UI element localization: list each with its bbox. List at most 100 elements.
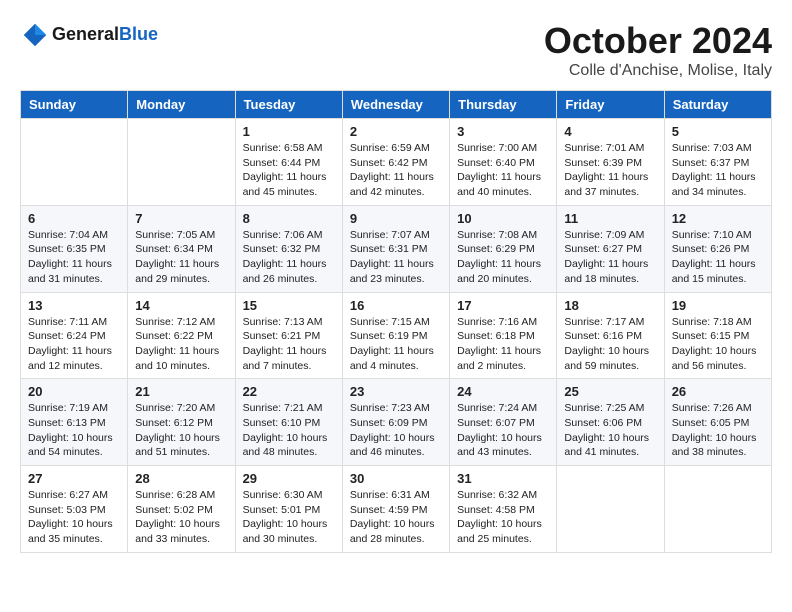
- day-number: 1: [243, 124, 335, 139]
- calendar-cell: 7Sunrise: 7:05 AMSunset: 6:34 PMDaylight…: [128, 205, 235, 292]
- day-detail: Sunrise: 7:11 AMSunset: 6:24 PMDaylight:…: [28, 315, 120, 374]
- day-detail: Sunrise: 7:15 AMSunset: 6:19 PMDaylight:…: [350, 315, 442, 374]
- day-number: 19: [672, 298, 764, 313]
- calendar-cell: 20 Sunrise: 7:19 AMSunset: 6:13 PMDayligh…: [21, 379, 128, 466]
- calendar-cell: [128, 119, 235, 206]
- day-number: 11: [564, 211, 656, 226]
- day-number: 20: [28, 384, 120, 399]
- day-detail: Sunrise: 7:13 AMSunset: 6:21 PMDaylight:…: [243, 315, 335, 374]
- day-number: 21: [135, 384, 227, 399]
- calendar-cell: 14 Sunrise: 7:12 AMSunset: 6:22 PMDayligh…: [128, 292, 235, 379]
- calendar-cell: 27 Sunrise: 6:27 AMSunset: 5:03 PMDayligh…: [21, 466, 128, 553]
- day-detail: Sunrise: 6:28 AMSunset: 5:02 PMDaylight:…: [135, 488, 227, 547]
- day-number: 18: [564, 298, 656, 313]
- day-number: 31: [457, 471, 549, 486]
- calendar-week-row: 13 Sunrise: 7:11 AMSunset: 6:24 PMDayligh…: [21, 292, 772, 379]
- logo: GeneralBlue: [20, 20, 158, 50]
- calendar-week-row: 6 Sunrise: 7:04 AMSunset: 6:35 PMDaylight…: [21, 205, 772, 292]
- day-detail: Sunrise: 6:27 AMSunset: 5:03 PMDaylight:…: [28, 488, 120, 547]
- day-detail: Sunrise: 7:26 AMSunset: 6:05 PMDaylight:…: [672, 401, 764, 460]
- day-detail: Sunrise: 7:18 AMSunset: 6:15 PMDaylight:…: [672, 315, 764, 374]
- calendar-cell: 26Sunrise: 7:26 AMSunset: 6:05 PMDayligh…: [664, 379, 771, 466]
- day-number: 29: [243, 471, 335, 486]
- calendar-cell: 16 Sunrise: 7:15 AMSunset: 6:19 PMDayligh…: [342, 292, 449, 379]
- day-number: 3: [457, 124, 549, 139]
- day-detail: Sunrise: 6:31 AMSunset: 4:59 PMDaylight:…: [350, 488, 442, 547]
- logo-line2: Blue: [119, 24, 158, 44]
- day-detail: Sunrise: 7:16 AMSunset: 6:18 PMDaylight:…: [457, 315, 549, 374]
- calendar-header-row: SundayMondayTuesdayWednesdayThursdayFrid…: [21, 91, 772, 119]
- calendar-week-row: 27 Sunrise: 6:27 AMSunset: 5:03 PMDayligh…: [21, 466, 772, 553]
- day-header: Friday: [557, 91, 664, 119]
- calendar-body: 1Sunrise: 6:58 AMSunset: 6:44 PMDaylight…: [21, 119, 772, 553]
- calendar-cell: 19 Sunrise: 7:18 AMSunset: 6:15 PMDayligh…: [664, 292, 771, 379]
- day-detail: Sunrise: 6:59 AMSunset: 6:42 PMDaylight:…: [350, 141, 442, 200]
- day-number: 4: [564, 124, 656, 139]
- calendar-cell: 8 Sunrise: 7:06 AMSunset: 6:32 PMDaylight…: [235, 205, 342, 292]
- day-number: 27: [28, 471, 120, 486]
- calendar-cell: 29Sunrise: 6:30 AMSunset: 5:01 PMDayligh…: [235, 466, 342, 553]
- calendar-cell: 30 Sunrise: 6:31 AMSunset: 4:59 PMDayligh…: [342, 466, 449, 553]
- day-detail: Sunrise: 7:04 AMSunset: 6:35 PMDaylight:…: [28, 228, 120, 287]
- calendar-cell: 9Sunrise: 7:07 AMSunset: 6:31 PMDaylight…: [342, 205, 449, 292]
- day-number: 17: [457, 298, 549, 313]
- day-number: 12: [672, 211, 764, 226]
- calendar-cell: 17 Sunrise: 7:16 AMSunset: 6:18 PMDayligh…: [450, 292, 557, 379]
- day-detail: Sunrise: 7:23 AMSunset: 6:09 PMDaylight:…: [350, 401, 442, 460]
- day-number: 14: [135, 298, 227, 313]
- day-number: 2: [350, 124, 442, 139]
- day-number: 16: [350, 298, 442, 313]
- calendar-cell: 11 Sunrise: 7:09 AMSunset: 6:27 PMDayligh…: [557, 205, 664, 292]
- day-number: 10: [457, 211, 549, 226]
- calendar-cell: 23Sunrise: 7:23 AMSunset: 6:09 PMDayligh…: [342, 379, 449, 466]
- day-number: 22: [243, 384, 335, 399]
- day-number: 6: [28, 211, 120, 226]
- calendar-cell: [21, 119, 128, 206]
- day-number: 30: [350, 471, 442, 486]
- calendar-cell: 5 Sunrise: 7:03 AMSunset: 6:37 PMDaylight…: [664, 119, 771, 206]
- day-header: Thursday: [450, 91, 557, 119]
- day-detail: Sunrise: 7:00 AMSunset: 6:40 PMDaylight:…: [457, 141, 549, 200]
- page-header: GeneralBlue October 2024 Colle d'Anchise…: [20, 20, 772, 80]
- calendar-cell: 12 Sunrise: 7:10 AMSunset: 6:26 PMDayligh…: [664, 205, 771, 292]
- calendar-cell: 18 Sunrise: 7:17 AMSunset: 6:16 PMDayligh…: [557, 292, 664, 379]
- day-detail: Sunrise: 7:01 AMSunset: 6:39 PMDaylight:…: [564, 141, 656, 200]
- calendar-cell: 24Sunrise: 7:24 AMSunset: 6:07 PMDayligh…: [450, 379, 557, 466]
- day-header: Monday: [128, 91, 235, 119]
- day-detail: Sunrise: 7:08 AMSunset: 6:29 PMDaylight:…: [457, 228, 549, 287]
- day-header: Sunday: [21, 91, 128, 119]
- calendar-table: SundayMondayTuesdayWednesdayThursdayFrid…: [20, 90, 772, 553]
- location-subtitle: Colle d'Anchise, Molise, Italy: [544, 62, 772, 80]
- day-detail: Sunrise: 7:21 AMSunset: 6:10 PMDaylight:…: [243, 401, 335, 460]
- day-number: 28: [135, 471, 227, 486]
- day-detail: Sunrise: 7:03 AMSunset: 6:37 PMDaylight:…: [672, 141, 764, 200]
- day-number: 9: [350, 211, 442, 226]
- day-number: 25: [564, 384, 656, 399]
- calendar-week-row: 1Sunrise: 6:58 AMSunset: 6:44 PMDaylight…: [21, 119, 772, 206]
- calendar-cell: 1Sunrise: 6:58 AMSunset: 6:44 PMDaylight…: [235, 119, 342, 206]
- day-detail: Sunrise: 7:19 AMSunset: 6:13 PMDaylight:…: [28, 401, 120, 460]
- day-detail: Sunrise: 7:10 AMSunset: 6:26 PMDaylight:…: [672, 228, 764, 287]
- day-number: 5: [672, 124, 764, 139]
- calendar-cell: 21Sunrise: 7:20 AMSunset: 6:12 PMDayligh…: [128, 379, 235, 466]
- logo-icon: [20, 20, 50, 50]
- calendar-cell: 2 Sunrise: 6:59 AMSunset: 6:42 PMDaylight…: [342, 119, 449, 206]
- calendar-cell: 4 Sunrise: 7:01 AMSunset: 6:39 PMDaylight…: [557, 119, 664, 206]
- day-detail: Sunrise: 7:12 AMSunset: 6:22 PMDaylight:…: [135, 315, 227, 374]
- calendar-cell: 28 Sunrise: 6:28 AMSunset: 5:02 PMDayligh…: [128, 466, 235, 553]
- calendar-cell: 10 Sunrise: 7:08 AMSunset: 6:29 PMDayligh…: [450, 205, 557, 292]
- day-number: 7: [135, 211, 227, 226]
- calendar-cell: 22 Sunrise: 7:21 AMSunset: 6:10 PMDayligh…: [235, 379, 342, 466]
- calendar-cell: 31Sunrise: 6:32 AMSunset: 4:58 PMDayligh…: [450, 466, 557, 553]
- day-number: 13: [28, 298, 120, 313]
- day-header: Saturday: [664, 91, 771, 119]
- logo-text: GeneralBlue: [52, 24, 158, 46]
- day-detail: Sunrise: 7:06 AMSunset: 6:32 PMDaylight:…: [243, 228, 335, 287]
- calendar-cell: [557, 466, 664, 553]
- calendar-cell: 13 Sunrise: 7:11 AMSunset: 6:24 PMDayligh…: [21, 292, 128, 379]
- day-number: 24: [457, 384, 549, 399]
- day-detail: Sunrise: 7:25 AMSunset: 6:06 PMDaylight:…: [564, 401, 656, 460]
- day-detail: Sunrise: 7:17 AMSunset: 6:16 PMDaylight:…: [564, 315, 656, 374]
- day-number: 8: [243, 211, 335, 226]
- day-detail: Sunrise: 7:09 AMSunset: 6:27 PMDaylight:…: [564, 228, 656, 287]
